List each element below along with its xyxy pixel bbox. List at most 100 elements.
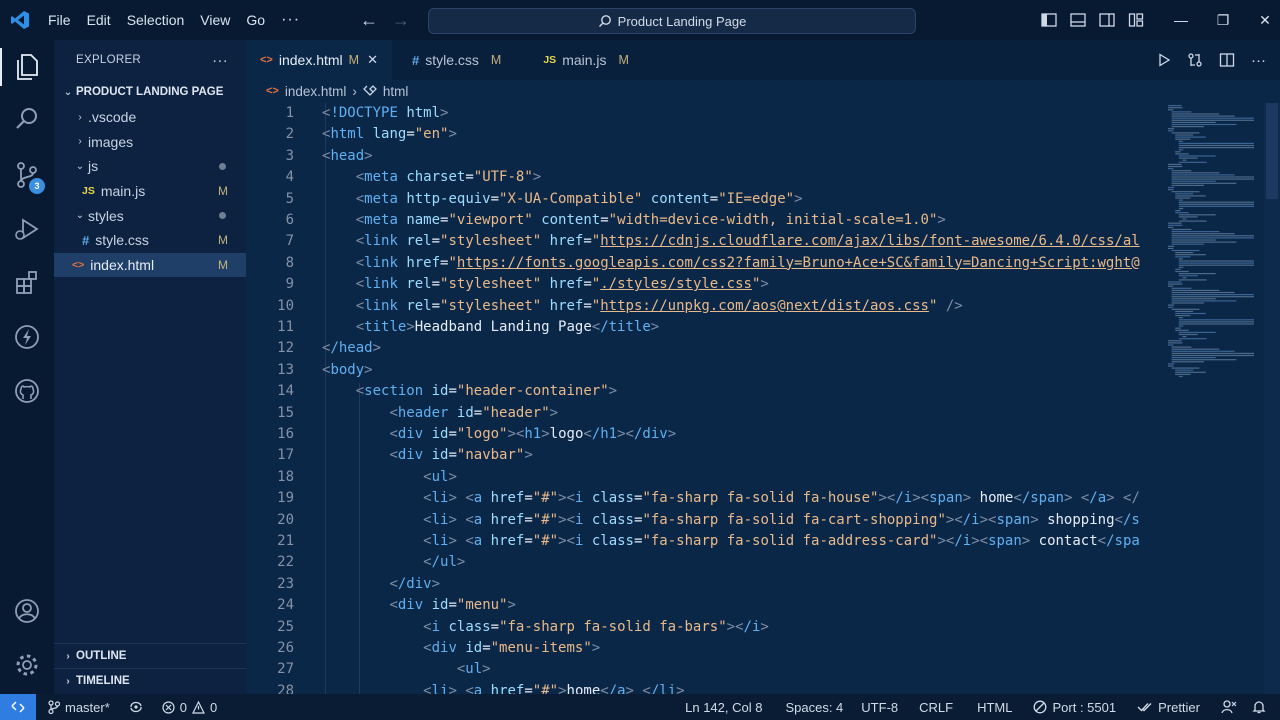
language-mode[interactable]: HTML xyxy=(965,700,1024,715)
sync-changes[interactable] xyxy=(119,701,153,713)
code-line[interactable]: 17 <div id="navbar"> xyxy=(246,445,1164,466)
tab-style-css[interactable]: # style.css M xyxy=(392,40,523,80)
end-of-line[interactable]: CRLF xyxy=(907,700,965,715)
indentation[interactable]: Spaces: 4 xyxy=(771,700,852,715)
code-line[interactable]: 27 <ul> xyxy=(246,659,1164,680)
tree-file-style-css[interactable]: # style.css M xyxy=(54,228,246,253)
code-editor[interactable]: 1 <!DOCTYPE html> 2 <html lang="en"> 3 <head>… xyxy=(246,103,1164,694)
line-number: 18 xyxy=(277,468,294,485)
menu-file[interactable]: File xyxy=(40,0,79,40)
code-line[interactable]: 24 <div id="menu"> xyxy=(246,595,1164,616)
menu-selection[interactable]: Selection xyxy=(119,0,193,40)
cursor-position[interactable]: Ln 142, Col 8 xyxy=(676,700,771,715)
modified-dot-icon xyxy=(219,212,226,220)
explorer-icon[interactable] xyxy=(0,42,54,92)
menu-go[interactable]: Go xyxy=(238,0,273,40)
scrollbar-thumb[interactable] xyxy=(1266,103,1278,199)
minimize-button[interactable]: — xyxy=(1160,0,1202,40)
run-icon[interactable] xyxy=(1157,53,1171,67)
go-forward-icon[interactable]: → xyxy=(392,10,410,31)
tree-file-main-js[interactable]: JS main.js M xyxy=(54,179,246,204)
code-line[interactable]: 12 </head> xyxy=(246,338,1164,359)
code-text: <ul> xyxy=(456,661,491,678)
toggle-panel-icon[interactable] xyxy=(1063,0,1092,40)
customize-layout-icon[interactable] xyxy=(1121,0,1150,40)
menu-view[interactable]: View xyxy=(192,0,238,40)
code-line[interactable]: 3 <head> xyxy=(246,146,1164,167)
problems-status[interactable]: 0 0 xyxy=(153,700,226,715)
line-number: 17 xyxy=(277,447,294,464)
go-back-icon[interactable]: ← xyxy=(360,10,378,31)
editor-scrollbar[interactable] xyxy=(1264,103,1280,694)
git-branch-status[interactable]: master* xyxy=(36,700,119,715)
code-line[interactable]: 10 <link rel="stylesheet" href="https://… xyxy=(246,296,1164,317)
timeline-section-header[interactable]: › TIMELINE xyxy=(54,668,246,693)
maximize-button[interactable]: ❐ xyxy=(1202,0,1244,40)
menu-edit[interactable]: Edit xyxy=(79,0,119,40)
extensions-icon[interactable] xyxy=(0,258,54,308)
code-line[interactable]: 15 <header id="header"> xyxy=(246,403,1164,424)
explorer-more-actions-icon[interactable]: ··· xyxy=(212,52,228,69)
code-line[interactable]: 26 <div id="menu-items"> xyxy=(246,638,1164,659)
remote-window-button[interactable] xyxy=(0,694,36,720)
code-line[interactable]: 6 <meta name="viewport" content="width=d… xyxy=(246,210,1164,231)
tab-modified-badge: M xyxy=(348,53,360,67)
code-line[interactable]: 18 <ul> xyxy=(246,467,1164,488)
code-line[interactable]: 23 </div> xyxy=(246,574,1164,595)
code-line[interactable]: 1 <!DOCTYPE html> xyxy=(246,103,1164,124)
code-line[interactable]: 9 <link rel="stylesheet" href="./styles/… xyxy=(246,274,1164,295)
minimap-line xyxy=(1178,140,1183,142)
live-server-port[interactable]: Port : 5501 xyxy=(1024,700,1125,715)
prettier-status[interactable]: Prettier xyxy=(1125,700,1212,715)
toggle-secondary-sidebar-icon[interactable] xyxy=(1092,0,1121,40)
tree-folder-js[interactable]: ⌄ js xyxy=(54,154,246,179)
accounts-icon[interactable] xyxy=(0,586,54,636)
code-line[interactable]: 25 <i class="fa-sharp fa-solid fa-bars">… xyxy=(246,617,1164,638)
more-actions-icon[interactable]: ··· xyxy=(1251,52,1266,69)
code-line[interactable]: 28 <li> <a href="#">home</a> </li> xyxy=(246,681,1164,694)
code-line[interactable]: 20 <li> <a href="#"><i class="fa-sharp f… xyxy=(246,510,1164,531)
breadcrumb-element[interactable]: html xyxy=(383,84,409,99)
project-folder-header[interactable]: ⌄ PRODUCT LANDING PAGE xyxy=(54,80,246,104)
search-view-icon[interactable] xyxy=(0,94,54,144)
code-line[interactable]: 16 <div id="logo"><h1>logo</h1></div> xyxy=(246,424,1164,445)
manage-gear-icon[interactable] xyxy=(0,640,54,690)
tree-folder-styles[interactable]: ⌄ styles xyxy=(54,203,246,228)
code-line[interactable]: 2 <html lang="en"> xyxy=(246,124,1164,145)
minimap-line xyxy=(1168,344,1174,346)
tab-index-html[interactable]: <> index.html M ✕ xyxy=(246,40,392,80)
source-control-icon[interactable]: 3 xyxy=(0,150,54,200)
close-tab-icon[interactable]: ✕ xyxy=(367,52,378,68)
thunder-client-icon[interactable] xyxy=(0,312,54,362)
chevron-down-icon: ⌄ xyxy=(75,160,85,172)
code-line[interactable]: 19 <li> <a href="#"><i class="fa-sharp f… xyxy=(246,488,1164,509)
toggle-primary-sidebar-icon[interactable] xyxy=(1034,0,1063,40)
menu-more[interactable]: ··· xyxy=(273,0,308,40)
code-line[interactable]: 4 <meta charset="UTF-8"> xyxy=(246,167,1164,188)
code-line[interactable]: 22 </ul> xyxy=(246,552,1164,573)
tree-folder-images[interactable]: › images xyxy=(54,130,246,155)
compare-changes-icon[interactable] xyxy=(1187,52,1203,68)
accounts-status[interactable] xyxy=(1212,700,1246,714)
notifications[interactable] xyxy=(1246,700,1280,714)
code-line[interactable]: 5 <meta http-equiv="X-UA-Compatible" con… xyxy=(246,189,1164,210)
breadcrumb-file[interactable]: index.html xyxy=(285,84,347,99)
close-window-button[interactable]: ✕ xyxy=(1244,0,1280,40)
code-line[interactable]: 11 <title>Headband Landing Page</title> xyxy=(246,317,1164,338)
outline-section-header[interactable]: › OUTLINE xyxy=(54,643,246,668)
code-line[interactable]: 21 <li> <a href="#"><i class="fa-sharp f… xyxy=(246,531,1164,552)
minimap[interactable] xyxy=(1164,103,1260,383)
code-line[interactable]: 7 <link rel="stylesheet" href="https://c… xyxy=(246,231,1164,252)
tree-file-index-html[interactable]: <> index.html M xyxy=(54,252,246,278)
file-encoding[interactable]: UTF-8 xyxy=(852,700,907,715)
minimap-line xyxy=(1178,266,1184,268)
github-icon[interactable] xyxy=(0,366,54,416)
code-line[interactable]: 14 <section id="header-container"> xyxy=(246,381,1164,402)
run-and-debug-icon[interactable] xyxy=(0,204,54,254)
command-center[interactable]: Product Landing Page xyxy=(428,8,916,34)
code-line[interactable]: 8 <link href="https://fonts.googleapis.c… xyxy=(246,253,1164,274)
split-editor-icon[interactable] xyxy=(1219,52,1235,68)
tab-main-js[interactable]: JS main.js M xyxy=(523,40,649,80)
code-line[interactable]: 13 <body> xyxy=(246,360,1164,381)
tree-folder-vscode[interactable]: › .vscode xyxy=(54,105,246,130)
